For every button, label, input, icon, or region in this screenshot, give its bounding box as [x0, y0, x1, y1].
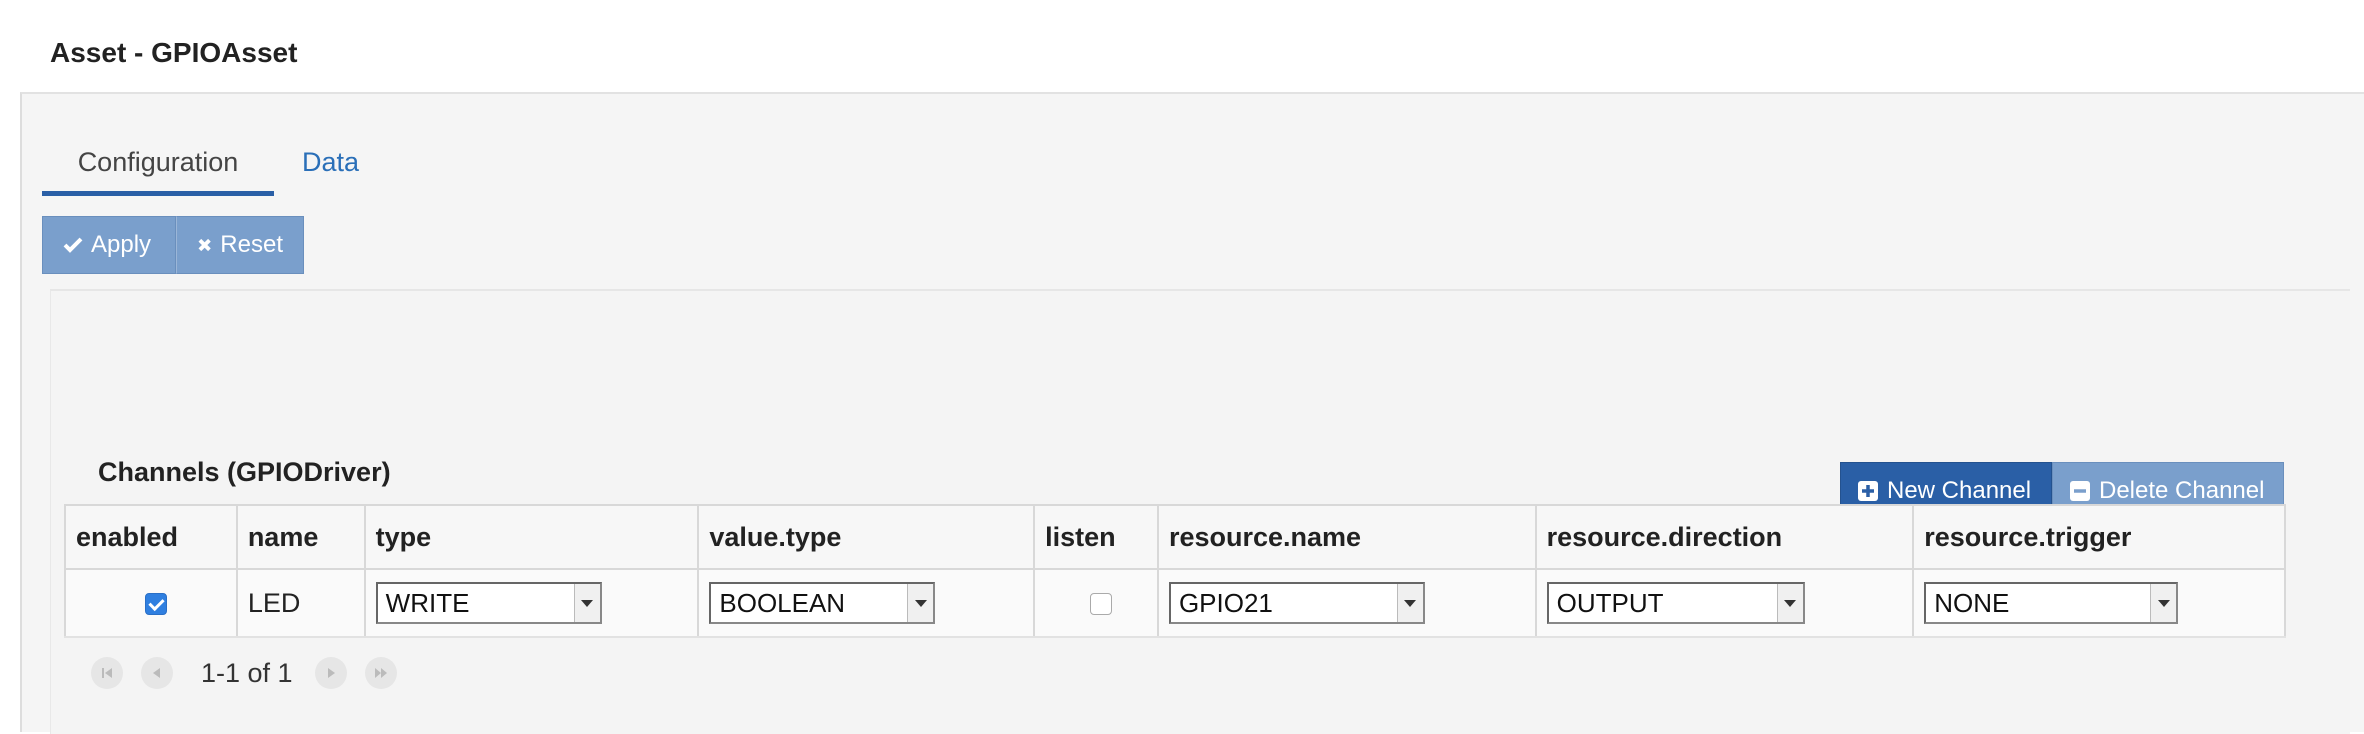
type-select[interactable]: WRITE [375, 582, 602, 624]
resource-direction-select[interactable]: OUTPUT [1546, 582, 1805, 624]
cell-name[interactable]: LED [235, 568, 366, 638]
reset-label: Reset [220, 231, 283, 258]
apply-button[interactable]: Apply [42, 216, 176, 274]
cell-value-type: BOOLEAN [697, 568, 1036, 638]
previous-page-icon[interactable] [141, 657, 173, 689]
resource-trigger-select-value: NONE [1934, 587, 2010, 618]
minus-square-icon [2070, 481, 2090, 501]
x-icon [198, 238, 211, 252]
enabled-checkbox[interactable] [144, 593, 167, 616]
column-header-resource-name[interactable]: resource.name [1156, 504, 1537, 570]
chevron-down-icon[interactable] [573, 584, 600, 622]
resource-name-select[interactable]: GPIO21 [1168, 582, 1425, 624]
tab-data[interactable]: Data [302, 134, 402, 196]
cell-resource-direction: OUTPUT [1534, 568, 1915, 638]
first-page-icon[interactable] [91, 657, 123, 689]
column-header-type[interactable]: type [363, 504, 700, 570]
value-type-select[interactable]: BOOLEAN [709, 582, 936, 624]
pagination: 1-1 of 1 [91, 647, 415, 699]
new-channel-label: New Channel [1887, 477, 2032, 504]
column-header-resource-direction[interactable]: resource.direction [1534, 504, 1915, 570]
channels-panel: Channels (GPIODriver) New Channel Delete… [50, 289, 2350, 734]
tab-configuration[interactable]: Configuration [42, 134, 274, 196]
window-header: Asset - GPIOAsset [0, 0, 2364, 92]
cell-resource-name: GPIO21 [1156, 568, 1537, 638]
window-title: Asset - GPIOAsset [50, 37, 298, 68]
resource-name-select-value: GPIO21 [1178, 587, 1273, 618]
apply-label: Apply [91, 231, 152, 258]
column-header-enabled[interactable]: enabled [64, 504, 238, 570]
resource-direction-select-value: OUTPUT [1556, 587, 1664, 618]
resource-trigger-select[interactable]: NONE [1924, 582, 2179, 624]
delete-channel-label: Delete Channel [2099, 477, 2265, 504]
type-select-value: WRITE [385, 587, 470, 618]
next-page-icon[interactable] [314, 657, 347, 689]
column-header-value-type[interactable]: value.type [697, 504, 1036, 570]
column-header-listen[interactable]: listen [1033, 504, 1159, 570]
cell-listen [1033, 568, 1159, 638]
toolbar: Apply Reset [42, 216, 304, 274]
channels-table: enabled name type value.type listen reso… [64, 504, 2286, 638]
chevron-down-icon[interactable] [2150, 584, 2177, 622]
chevron-down-icon[interactable] [1396, 584, 1423, 622]
cell-resource-trigger: NONE [1912, 568, 2286, 638]
chevron-down-icon[interactable] [1776, 584, 1803, 622]
last-page-icon[interactable] [364, 657, 397, 689]
checkmark-icon [63, 237, 83, 253]
page-indicator: 1-1 of 1 [201, 657, 293, 688]
column-header-name[interactable]: name [235, 504, 366, 570]
value-type-select-value: BOOLEAN [719, 587, 846, 618]
plus-square-icon [1858, 481, 1878, 501]
channels-title: Channels (GPIODriver) [98, 457, 391, 487]
divider [64, 636, 2286, 638]
listen-checkbox[interactable] [1090, 593, 1112, 616]
table-row: LED WRITE BOOLEAN GPIO21 OUTPUT NONE [64, 568, 2286, 638]
asset-panel: Configuration Data Apply Reset Channels … [20, 92, 2364, 734]
cell-enabled [64, 568, 238, 638]
table-header-row: enabled name type value.type listen reso… [64, 504, 2286, 570]
cell-type: WRITE [363, 568, 700, 638]
column-header-resource-trigger[interactable]: resource.trigger [1912, 504, 2286, 570]
reset-button[interactable]: Reset [176, 216, 304, 274]
chevron-down-icon[interactable] [907, 584, 934, 622]
